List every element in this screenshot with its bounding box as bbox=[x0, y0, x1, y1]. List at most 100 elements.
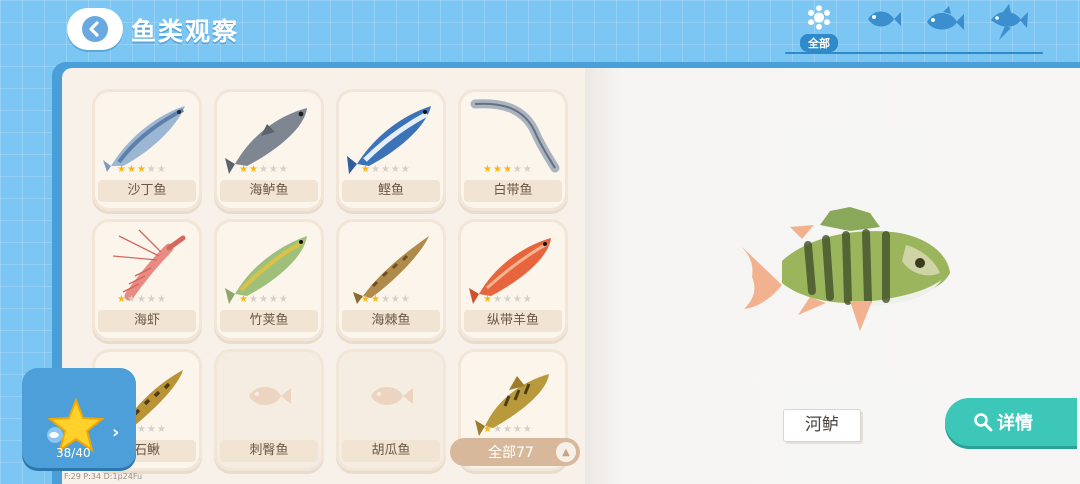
star-empty-icon: ★ bbox=[258, 294, 268, 305]
star-empty-icon: ★ bbox=[136, 424, 146, 435]
all-dots-icon bbox=[808, 5, 830, 30]
star-empty-icon: ★ bbox=[390, 164, 400, 175]
chevron-right-icon: › bbox=[112, 422, 120, 443]
back-button[interactable] bbox=[67, 8, 123, 50]
rarity-stars: ★★★★★ bbox=[361, 165, 410, 175]
collection-count: 38/40 bbox=[56, 446, 91, 460]
fish-card[interactable]: ★ ★ ★ ★ ★ 纵带羊鱼 bbox=[461, 222, 565, 338]
star-empty-icon: ★ bbox=[512, 424, 522, 435]
rarity-stars: ★★★★★ bbox=[361, 295, 410, 305]
rarity-stars: ★★★★★ bbox=[117, 295, 166, 305]
star-empty-icon: ★ bbox=[502, 424, 512, 435]
fish-card[interactable]: ★ ★ ★ ★ ★ 海虾 bbox=[95, 222, 199, 338]
fish-card[interactable]: ★ ★ ★ ★ ★ 沙丁鱼 bbox=[95, 92, 199, 208]
star-filled-icon: ★ bbox=[502, 164, 512, 175]
filter-underline bbox=[785, 52, 1043, 54]
search-icon bbox=[974, 413, 993, 432]
filter-tab-large-fish[interactable] bbox=[985, 4, 1029, 52]
filter-dropdown[interactable]: 全部77 ▲ bbox=[450, 438, 580, 466]
star-filled-icon: ★ bbox=[117, 294, 126, 305]
back-arrow-icon bbox=[82, 16, 108, 42]
filter-tab-all[interactable]: 全部 bbox=[795, 4, 843, 52]
star-empty-icon: ★ bbox=[268, 164, 278, 175]
fish-card[interactable]: ★ ★ ★ ★ ★ 白带鱼 bbox=[461, 92, 565, 208]
collection-progress-button[interactable]: 38/40 bbox=[22, 368, 136, 468]
star-filled-icon: ★ bbox=[136, 164, 146, 175]
star-empty-icon: ★ bbox=[380, 164, 390, 175]
star-empty-icon: ★ bbox=[278, 164, 288, 175]
debug-text: F:29 P:34 D:1p24Fu bbox=[64, 472, 143, 481]
star-empty-icon: ★ bbox=[492, 294, 502, 305]
star-filled-icon: ★ bbox=[239, 294, 248, 305]
fish-silhouette-icon bbox=[249, 387, 291, 405]
star-empty-icon: ★ bbox=[146, 424, 156, 435]
fish-name: 海棘鱼 bbox=[342, 310, 440, 332]
filter-dropdown-label: 全部77 bbox=[488, 445, 534, 461]
star-filled-icon: ★ bbox=[117, 164, 126, 175]
rarity-stars: ★★★★★ bbox=[483, 425, 532, 435]
star-filled-icon: ★ bbox=[239, 164, 248, 175]
rarity-stars: ★★★★★ bbox=[239, 295, 288, 305]
star-filled-icon: ★ bbox=[361, 294, 370, 305]
fish-name: 纵带羊鱼 bbox=[464, 310, 562, 332]
small-fish-icon bbox=[868, 11, 901, 27]
star-empty-icon: ★ bbox=[268, 294, 278, 305]
star-filled-icon: ★ bbox=[483, 164, 492, 175]
star-empty-icon: ★ bbox=[156, 294, 166, 305]
fish-card[interactable]: ★ ★ ★ ★ ★ 鲣鱼 bbox=[339, 92, 443, 208]
details-button[interactable]: 详情 bbox=[945, 398, 1077, 446]
star-empty-icon: ★ bbox=[522, 424, 532, 435]
star-empty-icon: ★ bbox=[136, 294, 146, 305]
filter-tab-small-fish[interactable] bbox=[860, 4, 904, 52]
fish-card[interactable]: ★ ★ ★ ★ ★ 海棘鱼 bbox=[339, 222, 443, 338]
star-filled-icon: ★ bbox=[370, 294, 380, 305]
star-filled-icon: ★ bbox=[483, 294, 492, 305]
fish-name: 胡瓜鱼 bbox=[342, 440, 440, 462]
fish-card-locked[interactable]: 刺臀鱼 bbox=[217, 352, 321, 468]
large-fish-icon bbox=[991, 4, 1028, 40]
fish-card-locked[interactable]: 胡瓜鱼 bbox=[339, 352, 443, 468]
star-empty-icon: ★ bbox=[278, 294, 288, 305]
fish-card[interactable]: ★ ★ ★ ★ ★ 海鲈鱼 bbox=[217, 92, 321, 208]
details-button-label: 详情 bbox=[997, 413, 1033, 434]
star-filled-icon: ★ bbox=[361, 164, 370, 175]
fish-name: 刺臀鱼 bbox=[220, 440, 318, 462]
fish-name: 沙丁鱼 bbox=[98, 180, 196, 202]
fish-name: 竹荚鱼 bbox=[220, 310, 318, 332]
medium-fish-icon bbox=[927, 6, 964, 30]
fish-silhouette-icon bbox=[371, 387, 413, 405]
star-empty-icon: ★ bbox=[400, 164, 410, 175]
star-filled-icon: ★ bbox=[492, 164, 502, 175]
star-empty-icon: ★ bbox=[400, 294, 410, 305]
star-empty-icon: ★ bbox=[512, 164, 522, 175]
star-empty-icon: ★ bbox=[502, 294, 512, 305]
star-empty-icon: ★ bbox=[156, 164, 166, 175]
star-empty-icon: ★ bbox=[156, 424, 166, 435]
star-empty-icon: ★ bbox=[370, 164, 380, 175]
rarity-stars: ★★★★★ bbox=[239, 165, 288, 175]
fish-card[interactable]: ★ ★ ★ ★ ★ 竹荚鱼 bbox=[217, 222, 321, 338]
fish-name: 白带鱼 bbox=[464, 180, 562, 202]
star-empty-icon: ★ bbox=[146, 294, 156, 305]
filter-tab-medium-fish[interactable] bbox=[922, 4, 966, 52]
star-empty-icon: ★ bbox=[492, 424, 502, 435]
star-filled-icon: ★ bbox=[126, 164, 136, 175]
rarity-stars: ★★★★★ bbox=[483, 295, 532, 305]
page-title: 鱼类观察 bbox=[131, 17, 240, 46]
fish-name: 鲣鱼 bbox=[342, 180, 440, 202]
fish-name: 海鲈鱼 bbox=[220, 180, 318, 202]
river-perch-image bbox=[740, 207, 950, 331]
star-filled-icon: ★ bbox=[483, 424, 492, 435]
selected-fish-name: 河鲈 bbox=[783, 409, 861, 442]
rarity-stars: ★★★★★ bbox=[117, 165, 166, 175]
star-filled-icon: ★ bbox=[248, 164, 258, 175]
chevron-up-icon: ▲ bbox=[556, 442, 576, 462]
fish-name: 海虾 bbox=[98, 310, 196, 332]
star-empty-icon: ★ bbox=[512, 294, 522, 305]
star-empty-icon: ★ bbox=[126, 294, 136, 305]
star-empty-icon: ★ bbox=[258, 164, 268, 175]
filter-all-label: 全部 bbox=[800, 34, 838, 52]
star-empty-icon: ★ bbox=[380, 294, 390, 305]
star-empty-icon: ★ bbox=[248, 294, 258, 305]
fish-badge-icon bbox=[47, 427, 63, 443]
